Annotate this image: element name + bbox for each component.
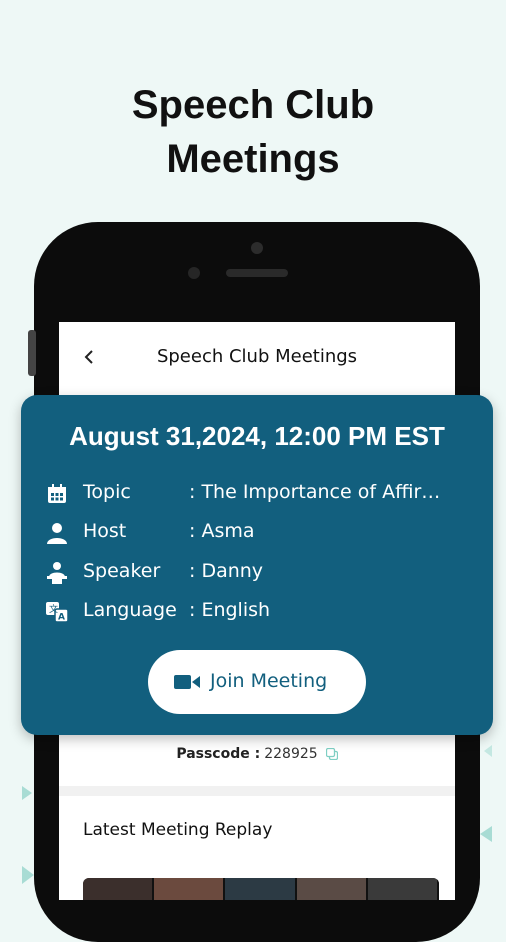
headline-line-1: Speech Club [131, 83, 375, 127]
decor-triangle [480, 826, 492, 842]
copy-icon[interactable] [325, 747, 338, 761]
phone-sensor [188, 267, 200, 279]
passcode-value: 228925 [264, 746, 318, 762]
svg-text:A: A [58, 613, 65, 623]
headline-line-2: Meetings [166, 137, 340, 181]
calendar-icon [45, 482, 69, 506]
meeting-card: August 31,2024, 12:00 PM EST Topic : The… [21, 395, 493, 735]
front-camera [251, 242, 263, 254]
meeting-datetime: August 31,2024, 12:00 PM EST [69, 421, 445, 451]
row-value: : The Importance of Affir… [189, 481, 441, 503]
replay-video-thumbnail[interactable] [83, 878, 439, 900]
row-label: Host [83, 520, 127, 542]
phone-speaker [226, 269, 288, 277]
decor-triangle [484, 745, 492, 757]
promo-headline: Speech Club Meetings [0, 78, 506, 186]
row-value: : English [189, 599, 271, 621]
meeting-row-topic: Topic : The Importance of Affir… [45, 479, 475, 509]
row-value: : Asma [189, 520, 255, 542]
section-divider [59, 786, 455, 796]
decor-triangle [22, 786, 32, 800]
svg-text:文: 文 [49, 603, 58, 615]
replay-section-title: Latest Meeting Replay [83, 820, 273, 840]
app-bar: Speech Club Meetings [59, 322, 455, 394]
video-camera-icon [174, 673, 200, 691]
row-value: : Danny [189, 560, 264, 582]
meeting-row-language: 文A Language : English [45, 597, 475, 627]
meeting-row-speaker: Speaker : Danny [45, 558, 475, 588]
person-icon [45, 521, 69, 545]
translate-icon: 文A [45, 600, 69, 624]
speaker-person-icon [45, 561, 69, 585]
join-meeting-label: Join Meeting [210, 670, 328, 692]
passcode-label: Passcode : [176, 746, 261, 762]
row-label: Topic [83, 481, 131, 503]
app-bar-title: Speech Club Meetings [156, 346, 358, 367]
join-meeting-button[interactable]: Join Meeting [148, 650, 366, 714]
phone-side-button [28, 330, 36, 376]
row-label: Speaker [83, 560, 161, 582]
passcode-row: Passcode :228925 [59, 746, 455, 762]
row-label: Language [83, 599, 177, 621]
decor-triangle [22, 866, 34, 884]
meeting-row-host: Host : Asma [45, 518, 475, 548]
